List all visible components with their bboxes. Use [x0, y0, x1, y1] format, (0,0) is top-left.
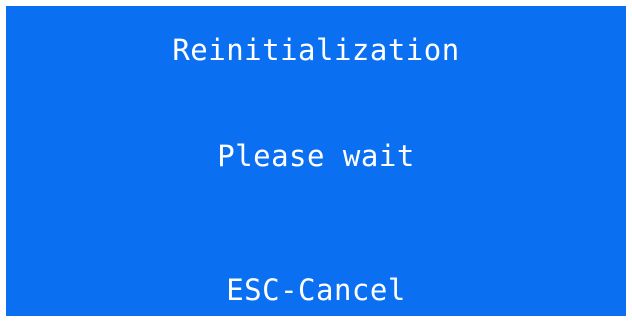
status-message: Please wait	[217, 139, 415, 173]
reinitialization-dialog: Reinitialization Please wait ESC-Cancel	[6, 6, 626, 316]
dialog-title: Reinitialization	[172, 33, 460, 67]
escape-cancel-hint[interactable]: ESC-Cancel	[6, 274, 626, 306]
